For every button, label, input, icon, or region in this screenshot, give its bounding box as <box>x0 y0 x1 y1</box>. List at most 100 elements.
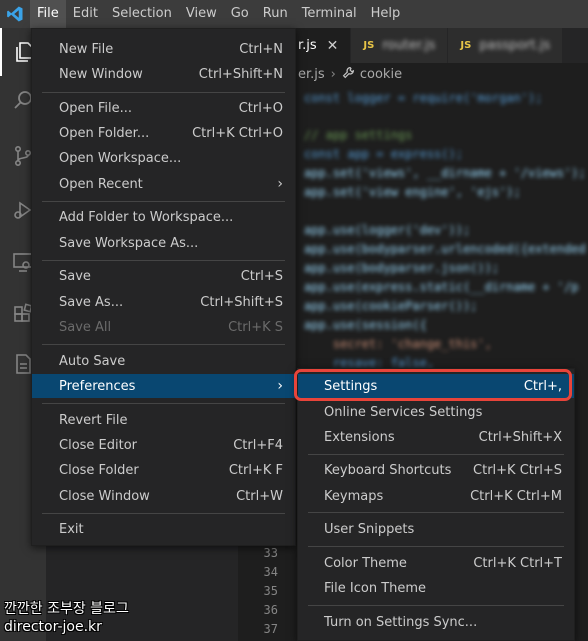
menu-view[interactable]: View <box>179 0 224 28</box>
code-line: app.set('view engine', 'ejs'); <box>304 185 521 199</box>
chevron-right-icon: › <box>277 378 283 394</box>
menu-item-label: Keymaps <box>324 488 384 504</box>
menu-separator <box>308 605 564 606</box>
menu-item-label: Close Folder <box>59 462 139 478</box>
menu-separator <box>308 454 564 455</box>
vscode-logo-icon[interactable] <box>0 0 30 28</box>
menu-separator <box>42 403 285 404</box>
menu-item-label: New Window <box>59 66 143 82</box>
menu-item-label: Open Recent <box>59 176 143 192</box>
menubar: File Edit Selection View Go Run Terminal… <box>0 0 588 28</box>
menu-item-save[interactable]: Save Ctrl+S <box>32 264 295 288</box>
shortcut: Ctrl+K Ctrl+S <box>473 462 562 478</box>
menu-selection[interactable]: Selection <box>105 0 179 28</box>
shortcut: Ctrl+Shift+N <box>198 66 283 82</box>
menu-item-label: Extensions <box>324 429 395 445</box>
menu-item-open-workspace[interactable]: Open Workspace... <box>32 146 295 170</box>
line-number: 36 <box>263 603 278 617</box>
js-file-icon: JS <box>460 40 472 51</box>
code-line: app.use(bodyparser.json()); <box>304 261 500 275</box>
close-icon[interactable]: ✕ <box>327 38 339 54</box>
shortcut: Ctrl+S <box>240 268 283 284</box>
menu-item-extensions[interactable]: Extensions Ctrl+Shift+X <box>298 425 574 449</box>
menu-item-label: Auto Save <box>59 353 126 369</box>
chevron-right-icon: › <box>277 176 283 192</box>
menu-item-revert-file[interactable]: Revert File <box>32 408 295 432</box>
menu-item-open-folder[interactable]: Open Folder... Ctrl+K Ctrl+O <box>32 121 295 145</box>
tab-passport[interactable]: JS passport.js <box>448 28 564 63</box>
menu-item-preferences[interactable]: Preferences › <box>32 374 295 398</box>
line-number: 37 <box>263 622 278 636</box>
menu-item-color-theme[interactable]: Color Theme Ctrl+K Ctrl+T <box>298 551 574 575</box>
menu-item-label: Open File... <box>59 100 133 116</box>
line-number: 33 <box>263 546 278 560</box>
menu-separator <box>42 344 285 345</box>
menu-item-keymaps[interactable]: Keymaps Ctrl+K Ctrl+M <box>298 484 574 508</box>
menu-item-add-folder[interactable]: Add Folder to Workspace... <box>32 205 295 229</box>
menu-item-label: Open Workspace... <box>59 150 182 166</box>
menu-item-close-folder[interactable]: Close Folder Ctrl+K F <box>32 458 295 482</box>
tab-label: passport.js <box>479 38 551 53</box>
menu-item-label: New File <box>59 41 114 57</box>
menu-separator <box>42 92 285 93</box>
tab-router[interactable]: JS router.js <box>351 28 449 63</box>
file-menu: New File Ctrl+N New Window Ctrl+Shift+N Op… <box>31 28 296 546</box>
preferences-submenu: Settings Ctrl+, Online Services Settings … <box>297 368 575 641</box>
menu-item-close-editor[interactable]: Close Editor Ctrl+F4 <box>32 433 295 457</box>
menu-item-new-window[interactable]: New Window Ctrl+Shift+N <box>32 62 295 86</box>
menu-separator <box>42 201 285 202</box>
menu-item-save-as[interactable]: Save As... Ctrl+Shift+S <box>32 290 295 314</box>
tab-label: r.js <box>298 38 317 53</box>
menu-item-save-all: Save All Ctrl+K S <box>32 315 295 339</box>
menu-item-settings-sync[interactable]: Turn on Settings Sync... <box>298 610 574 634</box>
menu-file[interactable]: File <box>30 0 66 28</box>
shortcut: Ctrl+K Ctrl+M <box>470 488 562 504</box>
menu-item-keyboard-shortcuts[interactable]: Keyboard Shortcuts Ctrl+K Ctrl+S <box>298 458 574 482</box>
menu-item-label: Save All <box>59 319 112 335</box>
menu-item-file-icon-theme[interactable]: File Icon Theme <box>298 576 574 600</box>
menu-item-save-workspace-as[interactable]: Save Workspace As... <box>32 231 295 255</box>
menu-item-exit[interactable]: Exit <box>32 517 295 541</box>
shortcut: Ctrl+Shift+X <box>478 429 562 445</box>
shortcut: Ctrl+Shift+S <box>200 294 283 310</box>
menu-run[interactable]: Run <box>256 0 295 28</box>
menu-edit[interactable]: Edit <box>66 0 105 28</box>
menu-item-online-services-settings[interactable]: Online Services Settings <box>298 400 574 424</box>
menu-item-label: Add Folder to Workspace... <box>59 209 234 225</box>
code-line: app.use(cookieParser()); <box>304 299 478 313</box>
menu-item-label: User Snippets <box>324 521 415 537</box>
menu-item-label: Close Window <box>59 488 150 504</box>
shortcut: Ctrl+K F <box>228 462 283 478</box>
menu-item-label: Open Folder... <box>59 125 150 141</box>
menu-item-label: Save <box>59 268 91 284</box>
shortcut: Ctrl+K Ctrl+O <box>192 125 283 141</box>
menu-separator <box>42 260 285 261</box>
menu-separator <box>308 546 564 547</box>
watermark-line: director-joe.kr <box>4 619 102 635</box>
tab-label: router.js <box>382 38 436 53</box>
menu-item-label: Online Services Settings <box>324 404 483 420</box>
menu-help[interactable]: Help <box>364 0 408 28</box>
breadcrumb-symbol[interactable]: cookie <box>360 67 402 82</box>
menu-item-user-snippets[interactable]: User Snippets <box>298 517 574 541</box>
wrench-icon <box>342 66 355 83</box>
shortcut: Ctrl+W <box>236 488 283 504</box>
menu-item-label: Close Editor <box>59 437 138 453</box>
menu-item-label: Revert File <box>59 412 128 428</box>
menu-terminal[interactable]: Terminal <box>295 0 364 28</box>
code-line: app.use(logger('dev')); <box>304 223 471 237</box>
menu-item-auto-save[interactable]: Auto Save <box>32 349 295 373</box>
watermark-line: 깐깐한 조부장 블로그 <box>4 601 129 617</box>
shortcut: Ctrl+O <box>238 100 283 116</box>
code-line: app.use(bodyparser.urlencoded({extended <box>304 242 586 256</box>
menu-item-open-file[interactable]: Open File... Ctrl+O <box>32 96 295 120</box>
breadcrumb-file[interactable]: er.js <box>298 67 325 82</box>
menu-item-open-recent[interactable]: Open Recent › <box>32 172 295 196</box>
menu-item-close-window[interactable]: Close Window Ctrl+W <box>32 484 295 508</box>
menu-item-new-file[interactable]: New File Ctrl+N <box>32 37 295 61</box>
line-number: 35 <box>263 584 278 598</box>
menu-go[interactable]: Go <box>224 0 256 28</box>
code-line: const app = express(); <box>304 147 463 161</box>
menu-item-label: Color Theme <box>324 555 407 571</box>
menu-item-label: Keyboard Shortcuts <box>324 462 452 478</box>
